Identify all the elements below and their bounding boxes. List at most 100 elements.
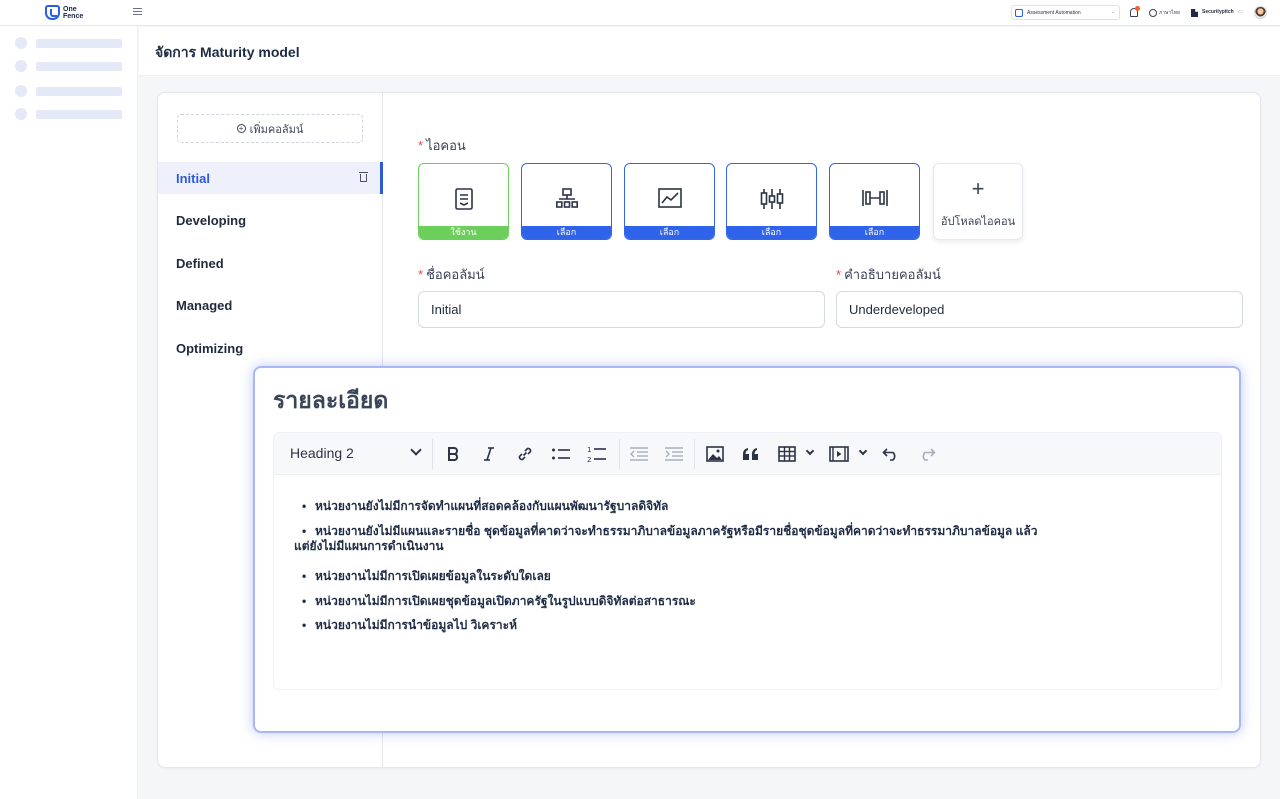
outdent-button[interactable] (628, 443, 650, 465)
media-dropdown-icon[interactable] (858, 446, 868, 456)
bulleted-list-icon (552, 448, 570, 460)
image-icon (706, 446, 724, 462)
list-item: • หน่วยงานไม่มีการนำข้อมูลไป วิเคราะห์ (302, 618, 517, 632)
org-switch-icon[interactable]: ▭ (1238, 9, 1243, 15)
required-marker: * (418, 267, 424, 282)
italic-button[interactable] (478, 443, 500, 465)
indent-icon (665, 447, 683, 461)
add-column-label: เพิ่มคอลัมน์ (249, 123, 304, 136)
column-item-label: Optimizing (176, 340, 244, 356)
numbered-list-icon: 12 (587, 446, 606, 463)
assessment-select[interactable]: Assessment Automation ⌄ (1011, 5, 1120, 20)
upload-icon-label: อัปโหลดไอคอน (940, 216, 1016, 228)
icon-status-label: ใช้งาน (419, 226, 508, 239)
assessment-icon (1015, 8, 1023, 17)
icon-option-line-chart[interactable]: เลือก (624, 163, 715, 240)
organization-icon (1191, 9, 1198, 17)
list-item: • หน่วยงานยังไม่มีการจัดทำแผนที่สอดคล้องก… (302, 499, 669, 513)
insert-image-button[interactable] (704, 443, 726, 465)
assessment-select-label: Assessment Automation (1027, 9, 1081, 16)
globe-icon[interactable] (1149, 9, 1157, 17)
column-name-input[interactable]: Initial (418, 291, 825, 328)
icon-status-label: เลือก (727, 226, 816, 239)
plus-icon: + (971, 176, 985, 201)
hierarchy-icon (555, 188, 578, 208)
required-marker: * (418, 138, 424, 153)
icon-status-label: เลือก (522, 226, 611, 239)
add-column-button[interactable]: + เพิ่มคอลัมน์ (177, 114, 363, 143)
trash-icon[interactable] (359, 172, 368, 182)
logo-text-line1: One (63, 5, 77, 13)
table-icon (778, 446, 796, 462)
language-select[interactable]: ภาษาไทย (1159, 9, 1180, 17)
column-item-label: Managed (176, 297, 233, 313)
list-item: • หน่วยงานไม่มีการเปิดเผยชุดข้อมูลเปิดภาค… (302, 594, 696, 608)
column-item-label: Initial (176, 170, 210, 186)
chevron-down-icon (410, 444, 422, 456)
sidebar-skeleton-item (15, 37, 122, 49)
upload-icon-button[interactable]: + อัปโหลดไอคอน (933, 163, 1023, 240)
icon-status-label: เลือก (625, 226, 714, 239)
menu-collapse-icon[interactable] (133, 8, 142, 16)
column-item-defined[interactable]: Defined (158, 247, 383, 279)
sidebar (0, 26, 138, 799)
link-button[interactable] (514, 443, 536, 465)
column-item-label: Defined (176, 255, 224, 271)
column-description-label: * คำอธิบายคอลัมน์ (836, 267, 941, 282)
top-bar: One Fence Assessment Automation ⌄ ภาษาไท… (0, 0, 1280, 26)
rich-text-editor[interactable]: Heading 2 12 • หน่วยงานยังไม่มีการจัดทำแ… (273, 432, 1222, 690)
svg-text:1: 1 (587, 446, 591, 454)
insert-table-button[interactable] (776, 443, 798, 465)
quote-icon (743, 448, 758, 460)
organization-name[interactable]: Securitypitch (1202, 9, 1234, 15)
icon-option-dumbbell[interactable]: เลือก (829, 163, 920, 240)
table-dropdown-icon[interactable] (805, 446, 815, 456)
svg-text:2: 2 (587, 456, 591, 463)
column-item-label: Developing (176, 212, 247, 228)
link-icon (518, 447, 532, 461)
redo-icon (922, 448, 936, 461)
bold-icon (448, 447, 459, 461)
avatar[interactable] (1254, 6, 1267, 19)
outdent-icon (630, 447, 648, 461)
column-item-managed[interactable]: Managed (158, 289, 383, 321)
page-header: จัดการ Maturity model (139, 27, 1280, 76)
undo-button[interactable] (880, 443, 902, 465)
indent-button[interactable] (663, 443, 685, 465)
bulleted-list-button[interactable] (550, 443, 572, 465)
icon-option-candlestick[interactable]: เลือก (726, 163, 817, 240)
editor-toolbar: Heading 2 12 (274, 433, 1221, 475)
candlestick-icon (760, 189, 783, 209)
italic-icon (484, 447, 494, 461)
page-title: จัดการ Maturity model (155, 44, 300, 60)
sidebar-skeleton-item (15, 85, 122, 97)
heading-select-value: Heading 2 (290, 445, 354, 461)
app-logo[interactable]: One Fence (45, 5, 83, 20)
undo-icon (882, 448, 896, 461)
detail-panel: รายละเอียด Heading 2 12 • หน่วยงานยังไม่… (253, 366, 1241, 733)
required-marker: * (836, 267, 842, 282)
sidebar-skeleton-item (15, 60, 122, 72)
list-item: • หน่วยงานไม่มีการเปิดเผยข้อมูลในระดับใดเ… (302, 569, 551, 583)
bold-button[interactable] (442, 443, 464, 465)
blockquote-button[interactable] (740, 443, 762, 465)
icon-status-label: เลือก (830, 226, 919, 239)
icon-field-label: * ไอคอน (418, 138, 466, 153)
icon-option-hierarchy[interactable]: เลือก (521, 163, 612, 240)
dumbbell-icon (861, 190, 888, 206)
column-description-input[interactable]: Underdeveloped (836, 291, 1243, 328)
heading-select[interactable]: Heading 2 (290, 444, 422, 463)
notification-badge (1135, 6, 1140, 11)
column-item-initial[interactable]: Initial (158, 162, 383, 194)
list-item-continuation: แต่ยังไม่มีแผนการดำเนินงาน (294, 539, 444, 553)
column-item-developing[interactable]: Developing (158, 204, 383, 236)
column-item-optimizing[interactable]: Optimizing (158, 332, 383, 364)
insert-media-button[interactable] (828, 443, 850, 465)
logo-text-line2: Fence (63, 12, 84, 20)
list-item: • หน่วยงานยังไม่มีแผนและรายชื่อ ชุดข้อมูล… (302, 524, 1038, 538)
numbered-list-button[interactable]: 12 (586, 443, 608, 465)
sidebar-skeleton-item (15, 108, 122, 120)
redo-button[interactable] (916, 443, 938, 465)
icon-option-document[interactable]: ใช้งาน (418, 163, 509, 240)
media-icon (829, 446, 849, 462)
